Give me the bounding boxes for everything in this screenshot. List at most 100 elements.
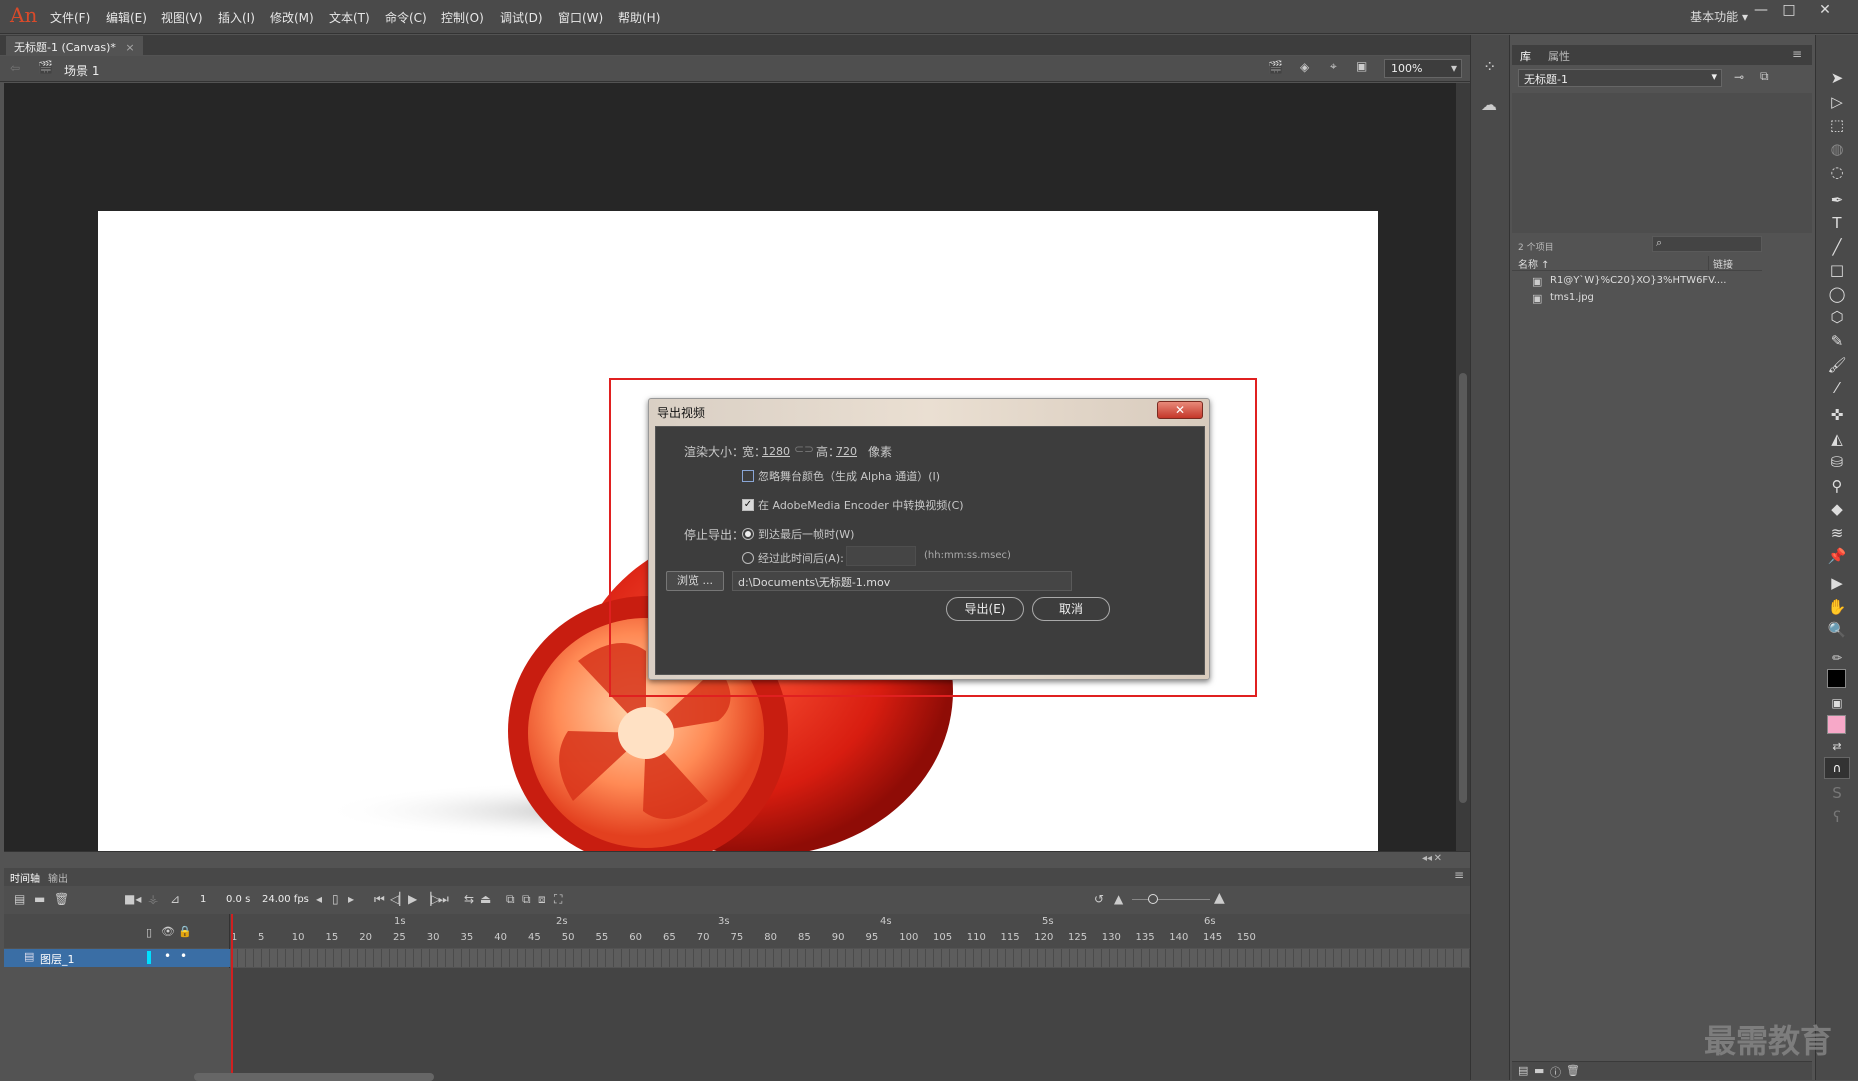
menu-edit[interactable]: 编辑(E) xyxy=(106,9,147,26)
menu-view[interactable]: 视图(V) xyxy=(161,9,203,26)
panel-menu-icon[interactable]: ≡ xyxy=(1454,868,1464,882)
pen-tool-icon[interactable]: ✒ xyxy=(1827,190,1847,210)
layer-row[interactable]: ▤ 图层_1 • • xyxy=(4,949,230,967)
back-arrow-icon[interactable]: ⇦ xyxy=(10,61,20,75)
swap-colors-icon[interactable]: ⇄ xyxy=(1827,737,1847,757)
insert-keyframe-icon[interactable]: ▯ xyxy=(332,892,339,906)
menu-debug[interactable]: 调试(D) xyxy=(500,9,543,26)
width-input[interactable]: 1280 xyxy=(762,445,790,458)
modify-markers-icon[interactable]: ⛶ xyxy=(554,892,562,907)
close-panel-icon[interactable]: ✕ xyxy=(1434,853,1442,864)
play-icon[interactable]: ▶ xyxy=(408,892,417,906)
ignore-stage-color-checkbox[interactable] xyxy=(742,470,754,482)
lock-dot[interactable]: • xyxy=(180,949,187,963)
menu-file[interactable]: 文件(F) xyxy=(50,9,90,26)
close-window-button[interactable]: ✕ xyxy=(1812,2,1838,24)
line-tool-icon[interactable]: ╱ xyxy=(1827,237,1847,257)
delete-icon[interactable]: 🗑 xyxy=(1566,1064,1580,1077)
highlight-icon[interactable]: ▯ xyxy=(146,926,152,939)
output-path-field[interactable]: d:\Documents\无标题-1.mov xyxy=(732,571,1072,591)
stroke-color-swatch[interactable] xyxy=(1827,669,1846,688)
menu-commands[interactable]: 命令(C) xyxy=(385,9,427,26)
link-icon[interactable]: ⊂⊃ xyxy=(794,442,814,456)
first-frame-icon[interactable]: ⏮ xyxy=(374,892,385,907)
tab-timeline[interactable]: 时间轴 xyxy=(10,870,40,885)
onion-skin-icon[interactable]: ⧉ xyxy=(506,892,515,907)
after-time-radio[interactable] xyxy=(742,552,754,564)
eraser-tool-icon[interactable]: ◆ xyxy=(1827,499,1847,519)
tab-properties[interactable]: 属性 xyxy=(1548,48,1570,64)
close-tab-icon[interactable]: × xyxy=(125,41,134,54)
brush-tool-icon[interactable]: ⁄ xyxy=(1827,378,1847,398)
column-linkage[interactable]: 链接 xyxy=(1708,256,1733,271)
last-frame-icon[interactable]: ⏭ xyxy=(438,892,449,907)
layer-name[interactable]: 图层_1 xyxy=(40,951,75,967)
convert-ame-checkbox[interactable]: ✓ xyxy=(742,499,754,511)
column-name[interactable]: 名称 ↑ xyxy=(1518,256,1550,271)
slider-handle[interactable] xyxy=(1148,894,1158,904)
new-folder-icon[interactable]: ▬ xyxy=(34,892,45,906)
stage-vertical-scrollbar[interactable] xyxy=(1456,83,1470,851)
prev-keyframe-icon[interactable]: ◂ xyxy=(316,892,322,906)
clip-stage-icon[interactable]: ▣ xyxy=(1356,59,1367,73)
pin-icon[interactable]: ⊸ xyxy=(1734,70,1744,84)
export-button[interactable]: 导出(E) xyxy=(946,597,1024,621)
visibility-dot[interactable]: • xyxy=(164,949,171,963)
smooth-icon[interactable]: S xyxy=(1827,783,1847,803)
tab-output[interactable]: 输出 xyxy=(48,870,68,885)
selection-tool-icon[interactable]: ➤ xyxy=(1827,68,1847,88)
last-frame-radio[interactable] xyxy=(742,528,754,540)
width-tool-icon[interactable]: ≋ xyxy=(1827,523,1847,543)
new-layer-icon[interactable]: ▤ xyxy=(14,892,25,906)
hand-tool-icon[interactable]: ✋ xyxy=(1827,597,1847,617)
menu-text[interactable]: 文本(T) xyxy=(329,9,370,26)
stroke-color-icon[interactable]: ✏ xyxy=(1827,648,1847,668)
workspace-switcher[interactable]: 基本功能 ▾ xyxy=(1690,8,1748,25)
camera-tool-icon[interactable]: ▶ xyxy=(1827,573,1847,593)
bone-tool-icon[interactable]: ✜ xyxy=(1827,405,1847,425)
tab-library[interactable]: 库 xyxy=(1520,48,1531,64)
paint-brush-tool-icon[interactable]: 🖌 xyxy=(1827,355,1847,375)
delete-layer-icon[interactable]: 🗑 xyxy=(54,892,69,906)
fill-color-swatch[interactable] xyxy=(1827,715,1846,734)
library-document-select[interactable]: 无标题-1 ▾ xyxy=(1518,69,1722,87)
zoom-tool-icon[interactable]: 🔍 xyxy=(1827,620,1847,640)
height-input[interactable]: 720 xyxy=(836,445,857,458)
fill-color-icon[interactable]: ▣ xyxy=(1827,693,1847,713)
step-back-icon[interactable]: ◁▏ xyxy=(390,892,408,906)
playhead[interactable] xyxy=(231,914,233,1081)
paint-bucket-tool-icon[interactable]: ◭ xyxy=(1827,429,1847,449)
menu-window[interactable]: 窗口(W) xyxy=(558,9,603,26)
layer-frames[interactable] xyxy=(230,949,1470,967)
pencil-tool-icon[interactable]: ✎ xyxy=(1827,331,1847,351)
eyedropper-tool-icon[interactable]: ⚲ xyxy=(1827,476,1847,496)
zoom-out-icon[interactable]: ▲ xyxy=(1114,892,1123,906)
text-tool-icon[interactable]: T xyxy=(1827,213,1847,233)
lock-icon[interactable]: 🔒 xyxy=(178,925,192,938)
edit-multiple-frames-icon[interactable]: ⧈ xyxy=(538,892,546,907)
maximize-button[interactable]: □ xyxy=(1776,2,1802,24)
free-transform-tool-icon[interactable]: ⬚ xyxy=(1827,115,1847,135)
loop-icon[interactable]: ⇆ xyxy=(464,892,474,906)
center-frame-icon[interactable]: ⏏ xyxy=(480,892,491,906)
zoom-in-icon[interactable]: ▲ xyxy=(1214,890,1225,906)
next-keyframe-icon[interactable]: ▸ xyxy=(348,892,354,906)
dialog-close-button[interactable]: ✕ xyxy=(1157,401,1203,419)
current-frame[interactable]: 1 xyxy=(200,894,206,905)
new-symbol-icon[interactable]: ▤ xyxy=(1518,1064,1528,1077)
snap-to-objects-icon[interactable]: ∩ xyxy=(1824,757,1850,779)
camera-icon[interactable]: ■◂ xyxy=(124,892,141,906)
asset-warp-tool-icon[interactable]: 📌 xyxy=(1827,546,1847,566)
new-folder-icon[interactable]: ▬ xyxy=(1534,1064,1544,1077)
graph-icon[interactable]: ⊿ xyxy=(170,892,180,906)
edit-scene-icon[interactable]: 🎬 xyxy=(1268,60,1283,74)
eye-icon[interactable]: 👁 xyxy=(161,925,175,938)
rectangle-tool-icon[interactable]: □ xyxy=(1827,260,1847,280)
edit-symbol-icon[interactable]: ◈ xyxy=(1300,60,1309,74)
straighten-icon[interactable]: ʕ xyxy=(1827,807,1847,827)
layer-parenting-icon[interactable]: ⚶ xyxy=(148,892,158,906)
browse-button[interactable]: 浏览 ... xyxy=(666,571,724,591)
zoom-select[interactable]: 100% ▾ xyxy=(1384,59,1462,78)
motion-presets-icon[interactable]: ⁘ xyxy=(1483,57,1496,76)
center-stage-icon[interactable]: ⌖ xyxy=(1330,59,1337,74)
